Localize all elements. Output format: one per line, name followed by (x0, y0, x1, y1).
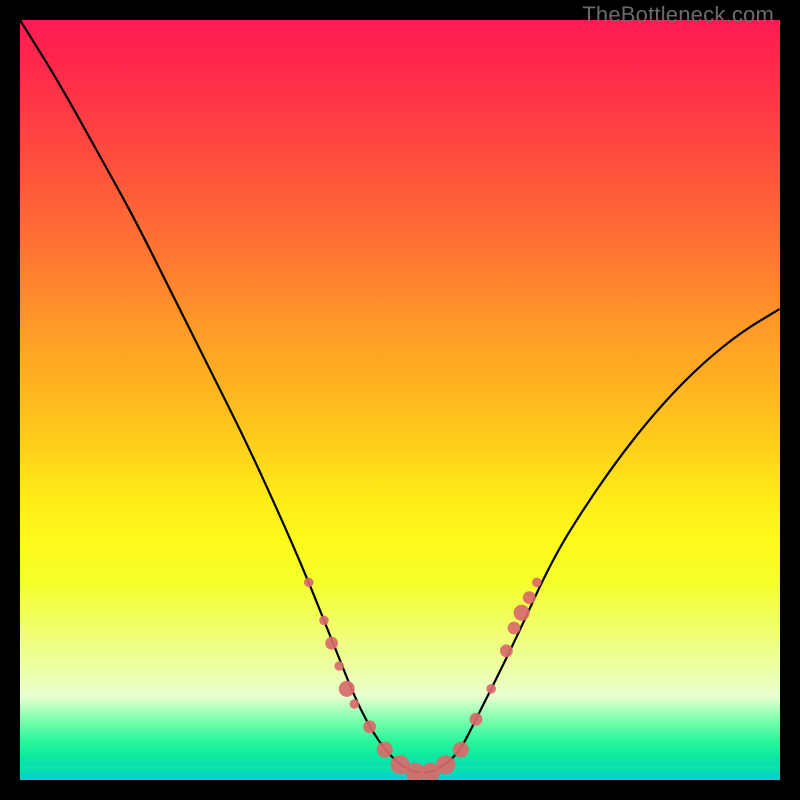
highlight-marker (486, 684, 496, 694)
highlight-marker (436, 755, 455, 774)
chart-frame (20, 20, 780, 780)
highlight-marker (470, 713, 483, 726)
highlight-marker (377, 742, 393, 758)
highlight-marker (350, 699, 360, 709)
highlight-marker (500, 644, 513, 657)
highlight-marker (304, 578, 314, 588)
highlight-marker (514, 605, 530, 621)
highlight-marker (319, 616, 329, 626)
highlight-marker (334, 661, 344, 671)
highlight-marker (363, 720, 376, 733)
highlighted-points-group (304, 578, 542, 780)
highlight-marker (532, 578, 542, 588)
highlight-marker (325, 637, 338, 650)
highlight-marker (523, 591, 536, 604)
highlight-marker (508, 622, 521, 635)
bottleneck-chart (20, 20, 780, 780)
watermark-text: TheBottleneck.com (582, 2, 774, 28)
highlight-marker (339, 681, 355, 697)
bottleneck-curve-line (20, 20, 780, 772)
highlight-marker (453, 742, 469, 758)
